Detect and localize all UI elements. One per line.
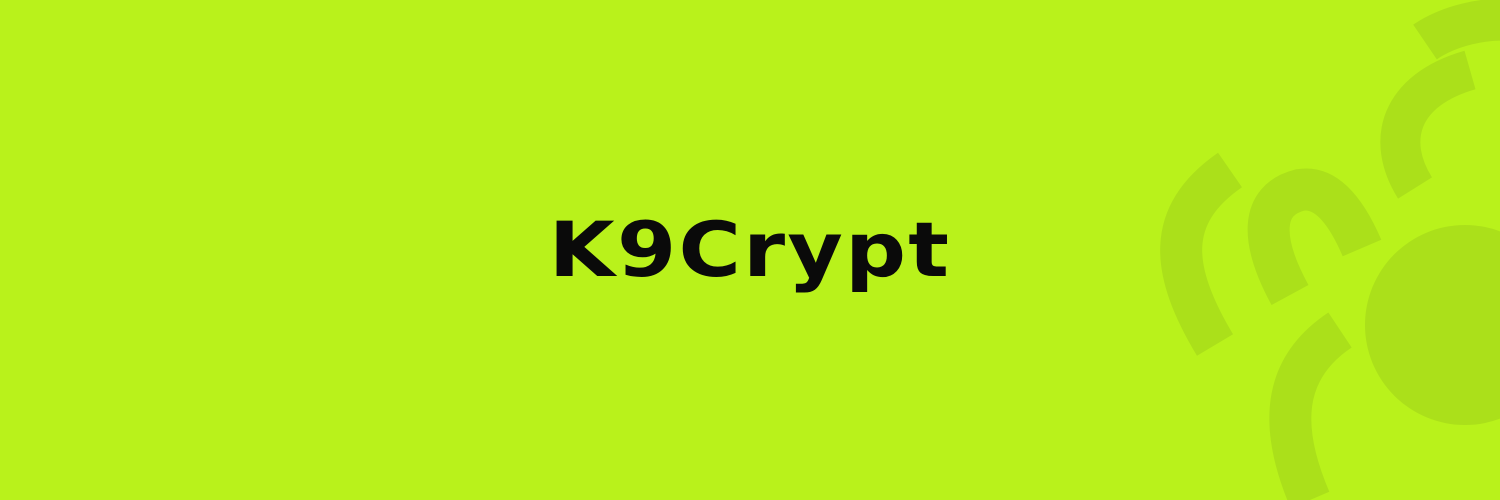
brand-title: K9Crypt (548, 204, 952, 294)
banner: K9Crypt (0, 0, 1500, 500)
